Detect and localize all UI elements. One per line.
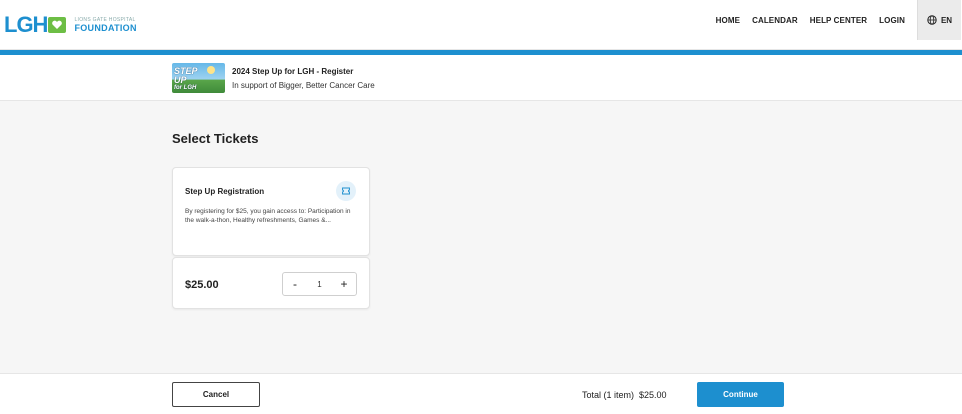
thumbnail-line-2: UP (174, 75, 187, 85)
nav-calendar[interactable]: CALENDAR (752, 16, 798, 25)
heart-icon (48, 17, 67, 33)
nav-home[interactable]: HOME (716, 16, 740, 25)
top-navigation-bar: LGH LIONS GATE HOSPITAL FOUNDATION HOME … (0, 0, 962, 50)
ticket-icon (336, 181, 356, 201)
total-value: $25.00 (639, 390, 667, 400)
ticket-card: Step Up Registration By registering for … (172, 167, 370, 309)
lgh-foundation-logo[interactable]: LGH LIONS GATE HOSPITAL FOUNDATION (4, 13, 137, 37)
logo-mark: LGH (4, 12, 67, 37)
ticket-name: Step Up Registration (185, 187, 265, 196)
nav-help-center[interactable]: HELP CENTER (810, 16, 867, 25)
main-nav: HOME CALENDAR HELP CENTER LOGIN EN (716, 0, 962, 40)
event-thumbnail: STEP UP for LGH (172, 63, 225, 93)
total-label: Total (1 item) (582, 390, 635, 400)
page-title: Select Tickets (172, 131, 259, 146)
logo-small-text: LIONS GATE HOSPITAL (74, 16, 136, 23)
nav-login[interactable]: LOGIN (879, 16, 905, 25)
quantity-value[interactable]: 1 (307, 280, 332, 289)
continue-button[interactable]: Continue (697, 382, 784, 407)
quantity-stepper: - 1 + (282, 272, 357, 296)
logo-big-text: FOUNDATION (74, 22, 137, 33)
thumbnail-lettering: STEP UP for LGH (174, 67, 198, 92)
sun-graphic (207, 66, 215, 74)
logo-mark-text: LGH (4, 12, 48, 37)
event-subtitle: In support of Bigger, Better Cancer Care (232, 81, 375, 90)
checkout-footer: Cancel Total (1 item) $25.00 Continue (0, 373, 962, 414)
thumbnail-line-3: for LGH (174, 85, 197, 91)
ticket-purchase: $25.00 - 1 + (172, 257, 370, 309)
ticket-details[interactable]: Step Up Registration By registering for … (172, 167, 370, 256)
decrease-quantity-button[interactable]: - (283, 273, 307, 295)
cancel-button[interactable]: Cancel (172, 382, 260, 407)
increase-quantity-button[interactable]: + (332, 273, 356, 295)
logo-text: LIONS GATE HOSPITAL FOUNDATION (74, 16, 137, 33)
event-title: 2024 Step Up for LGH - Register (232, 67, 354, 76)
language-label: EN (940, 15, 953, 25)
ticket-description: By registering for $25, you gain access … (185, 208, 351, 224)
language-selector[interactable]: EN (917, 0, 961, 40)
ticket-price: $25.00 (185, 279, 219, 291)
globe-icon (927, 15, 937, 25)
event-header: STEP UP for LGH 2024 Step Up for LGH - R… (0, 55, 962, 101)
